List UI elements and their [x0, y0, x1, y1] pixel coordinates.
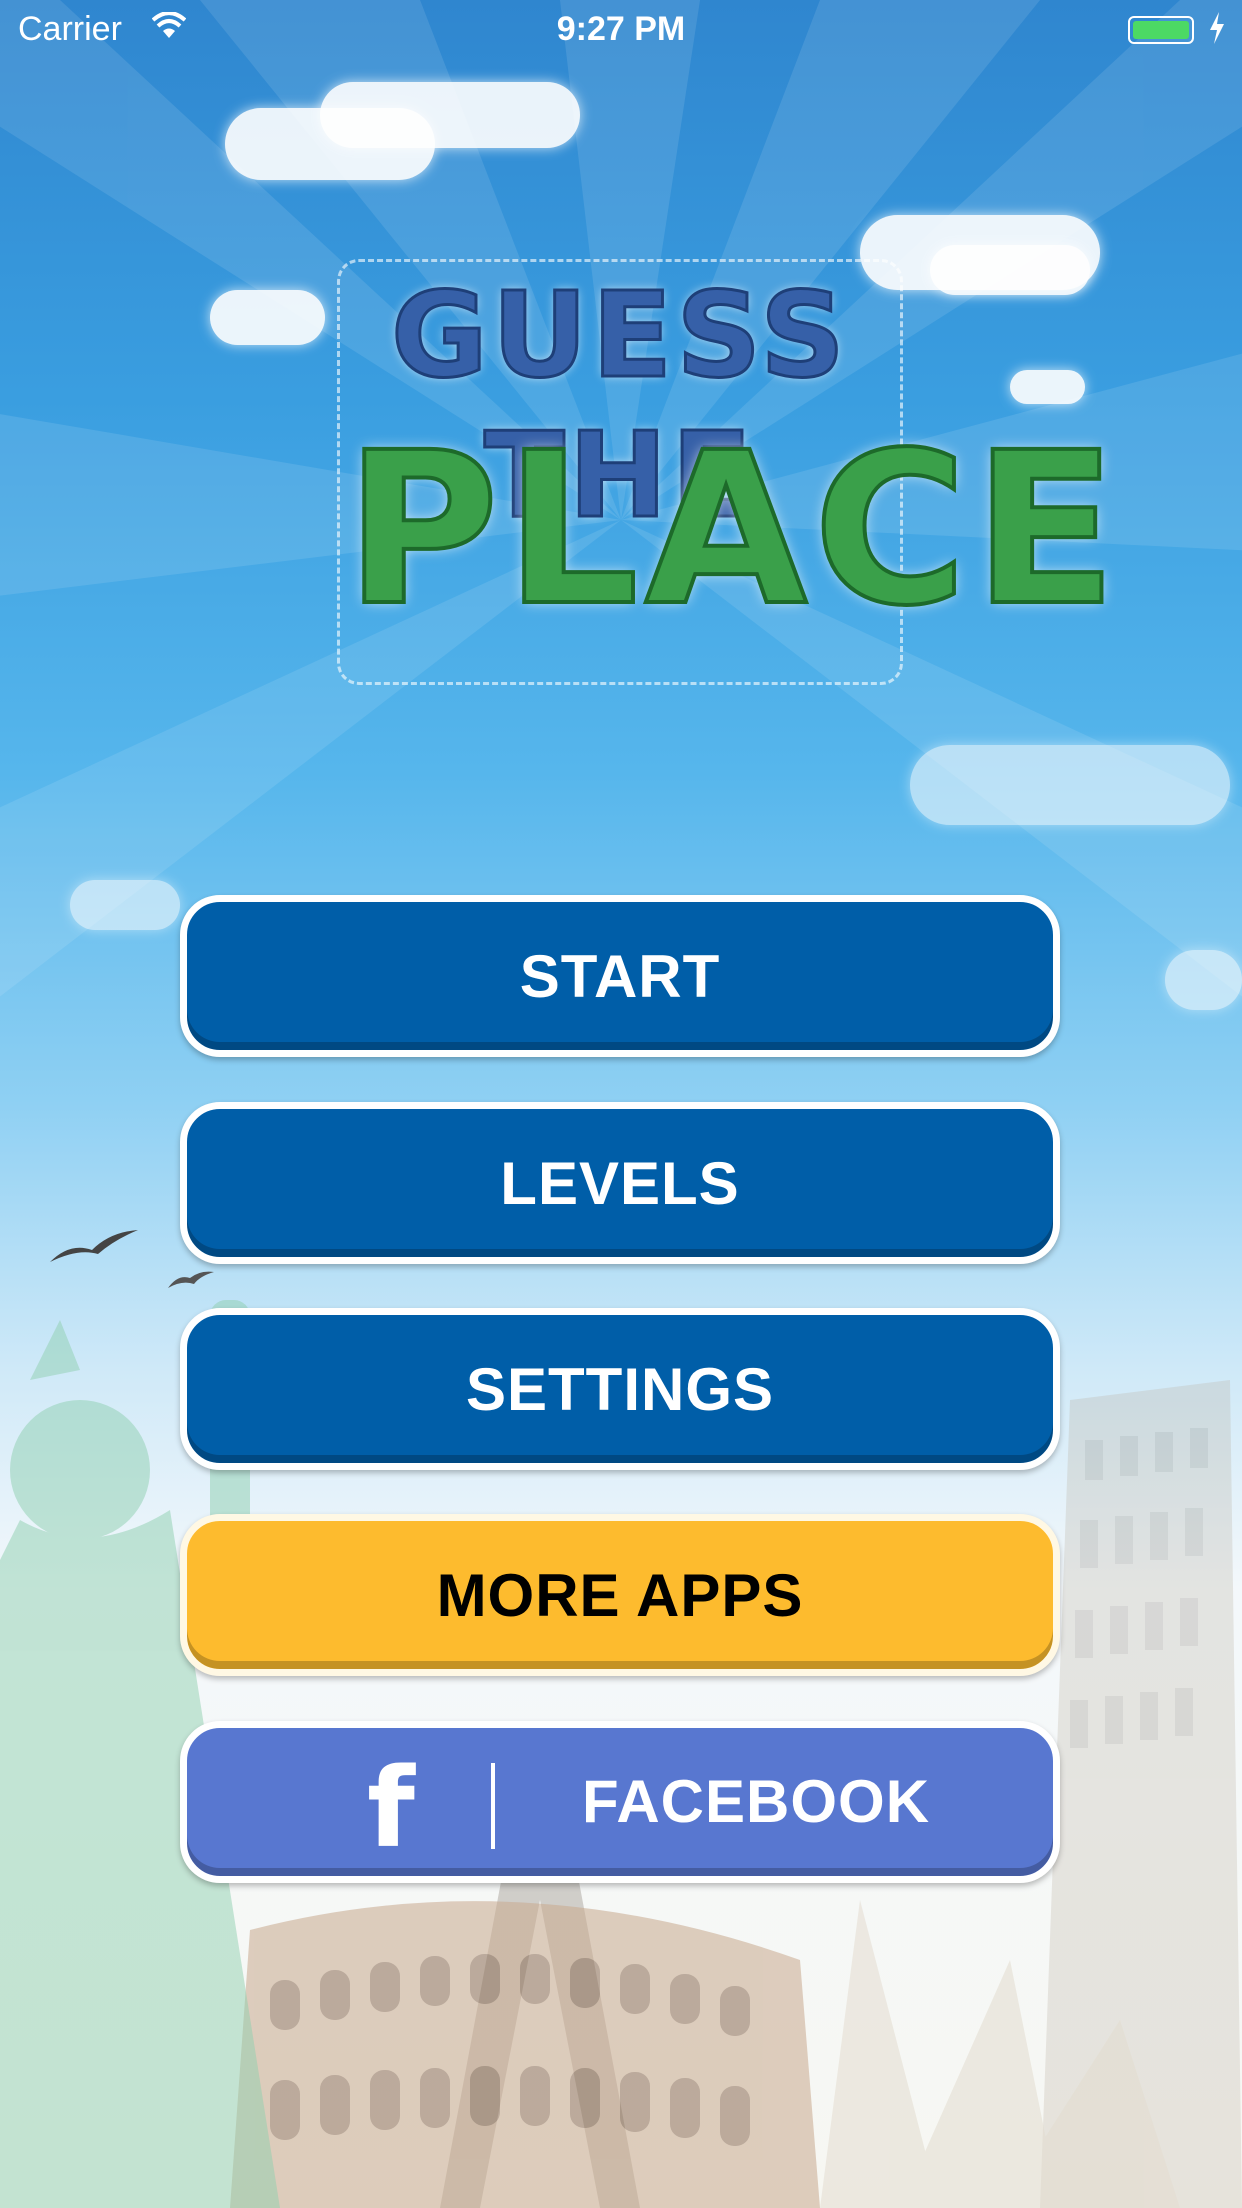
- battery-icon: [1128, 16, 1194, 44]
- logo-title-line2: PLACE: [343, 407, 1123, 652]
- cloud: [320, 82, 580, 148]
- cloud: [1010, 370, 1085, 404]
- clock-time: 9:27 PM: [556, 10, 686, 48]
- logo-title-line1: GUESS THE: [390, 265, 849, 546]
- levels-button-label: LEVELS: [500, 1149, 740, 1217]
- charging-bolt-icon: [1210, 12, 1224, 44]
- seagull-icon: [50, 1230, 138, 1262]
- facebook-button[interactable]: f FACEBOOK: [180, 1721, 1060, 1883]
- game-logo: GUESS THE PLACE: [337, 259, 1123, 695]
- facebook-f-icon: f: [367, 1744, 416, 1872]
- settings-button[interactable]: SETTINGS: [180, 1308, 1060, 1470]
- facebook-divider: [491, 1763, 495, 1849]
- more-apps-button-label: MORE APPS: [436, 1561, 804, 1629]
- cloud: [70, 880, 180, 930]
- status-bar: Carrier 9:27 PM: [0, 0, 1242, 60]
- more-apps-button[interactable]: MORE APPS: [180, 1514, 1060, 1676]
- levels-button[interactable]: LEVELS: [180, 1102, 1060, 1264]
- settings-button-label: SETTINGS: [465, 1355, 775, 1423]
- cloud: [930, 245, 1090, 295]
- main-menu-screen: Carrier 9:27 PM GUESS THE PLACE START LE…: [0, 0, 1242, 2208]
- cloud: [910, 745, 1230, 825]
- facebook-button-label: FACEBOOK: [582, 1768, 931, 1835]
- cloud: [210, 290, 325, 345]
- start-button-label: START: [519, 942, 721, 1010]
- start-button[interactable]: START: [180, 895, 1060, 1057]
- cloud: [1165, 950, 1242, 1010]
